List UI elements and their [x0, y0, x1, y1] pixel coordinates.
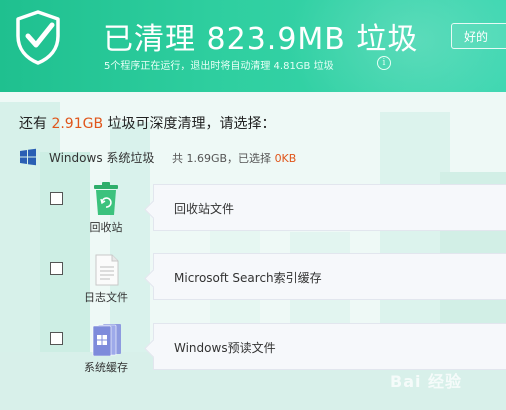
- log-file-icon: [95, 254, 119, 286]
- result-header: 已清理 823.9MB 垃圾 5个程序正在运行，退出时将自动清理 4.81GB …: [0, 0, 506, 92]
- system-cache-card[interactable]: Windows预读文件: [153, 323, 506, 370]
- recycle-bin-label: 回收站: [89, 221, 123, 234]
- shield-check-icon: [16, 10, 60, 65]
- cleaned-title: 已清理 823.9MB 垃圾: [103, 22, 419, 57]
- prompt-suffix: 垃圾可深度清理，请选择：: [103, 116, 276, 132]
- group-stats: 共 1.69GB，已选择 0KB: [172, 150, 296, 166]
- system-cache-label: 系统缓存: [84, 361, 128, 374]
- recycle-bin-icon: [94, 182, 118, 215]
- log-file-card-text: Microsoft Search索引缓存: [174, 271, 322, 285]
- deep-clean-amount: 2.91GB: [51, 116, 104, 132]
- recycle-bin-checkbox[interactable]: [50, 192, 63, 205]
- info-icon[interactable]: i: [377, 56, 391, 70]
- ok-button[interactable]: 好的: [451, 23, 506, 49]
- log-file-label: 日志文件: [84, 291, 128, 304]
- auto-clean-subtitle: 5个程序正在运行，退出时将自动清理 4.81GB 垃圾: [104, 61, 334, 72]
- selected-size: 0KB: [274, 152, 297, 165]
- group-name: Windows 系统垃圾: [49, 151, 155, 165]
- recycle-bin-card-text: 回收站文件: [174, 202, 235, 216]
- recycle-bin-card[interactable]: 回收站文件: [153, 184, 506, 231]
- log-file-checkbox[interactable]: [50, 262, 63, 275]
- deep-clean-prompt: 还有 2.91GB 垃圾可深度清理，请选择：: [19, 113, 276, 133]
- windows-logo-icon: [20, 148, 36, 166]
- baidu-watermark: Bai 经验: [390, 372, 463, 391]
- prompt-prefix: 还有: [19, 116, 52, 132]
- system-cache-checkbox[interactable]: [50, 332, 63, 345]
- group-stats-prefix: 共 1.69GB，已选择: [172, 152, 275, 165]
- system-cache-icon: [92, 324, 121, 356]
- system-cache-card-text: Windows预读文件: [174, 341, 276, 355]
- log-file-card[interactable]: Microsoft Search索引缓存: [153, 253, 506, 300]
